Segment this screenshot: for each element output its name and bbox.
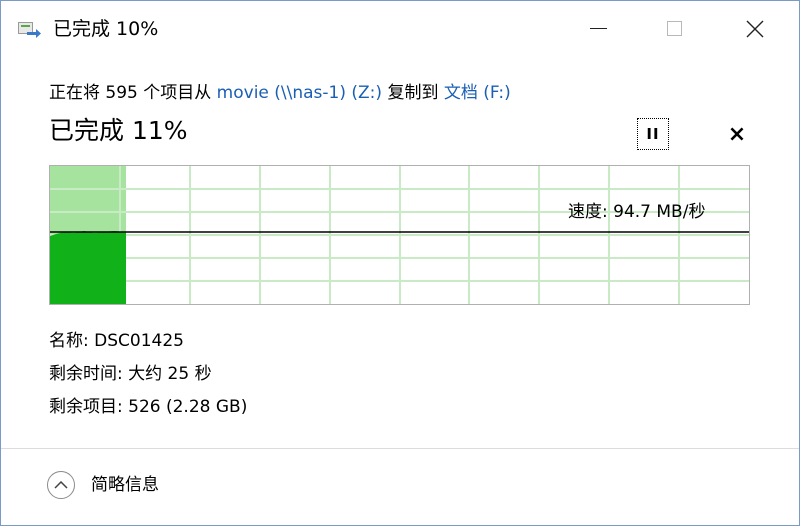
destination-link[interactable]: 文档 (F:) (444, 83, 511, 103)
title-bar[interactable]: 已完成 10% (1, 1, 799, 56)
close-button[interactable] (732, 1, 778, 56)
less-details-label: 简略信息 (91, 475, 159, 495)
minimize-icon (589, 28, 607, 29)
minimize-button[interactable] (575, 1, 621, 56)
speed-label: 速度: 94.7 MB/秒 (568, 202, 706, 222)
pause-button[interactable]: II (637, 118, 669, 150)
file-copy-icon (18, 20, 42, 40)
time-remaining: 剩余时间: 大约 25 秒 (49, 364, 212, 384)
stop-icon: × (727, 121, 747, 147)
copy-prefix: 正在将 595 个项目从 (49, 83, 217, 103)
speed-area (50, 231, 126, 304)
stop-button[interactable]: × (721, 118, 753, 150)
window-title: 已完成 10% (53, 18, 159, 40)
source-link[interactable]: movie (\\nas-1) (Z:) (217, 83, 382, 103)
close-icon (746, 20, 764, 37)
file-name: 名称: DSC01425 (49, 331, 184, 351)
chevron-up-icon (47, 471, 75, 499)
copy-progress-window: 已完成 10% 正在将 595 个项目从 movie (\\nas-1) (Z:… (0, 0, 800, 526)
footer-divider (1, 448, 799, 449)
maximize-icon (666, 21, 682, 36)
speed-graph (49, 165, 750, 305)
copy-middle: 复制到 (382, 83, 444, 103)
less-details-button[interactable]: 简略信息 (47, 471, 159, 499)
maximize-button[interactable] (651, 1, 697, 56)
copy-description: 正在将 595 个项目从 movie (\\nas-1) (Z:) 复制到 文档… (49, 81, 511, 105)
pause-icon: II (646, 125, 660, 143)
progress-percent: 已完成 11% (49, 116, 188, 145)
items-remaining: 剩余项目: 526 (2.28 GB) (49, 397, 248, 417)
speed-graph-canvas (50, 166, 749, 304)
